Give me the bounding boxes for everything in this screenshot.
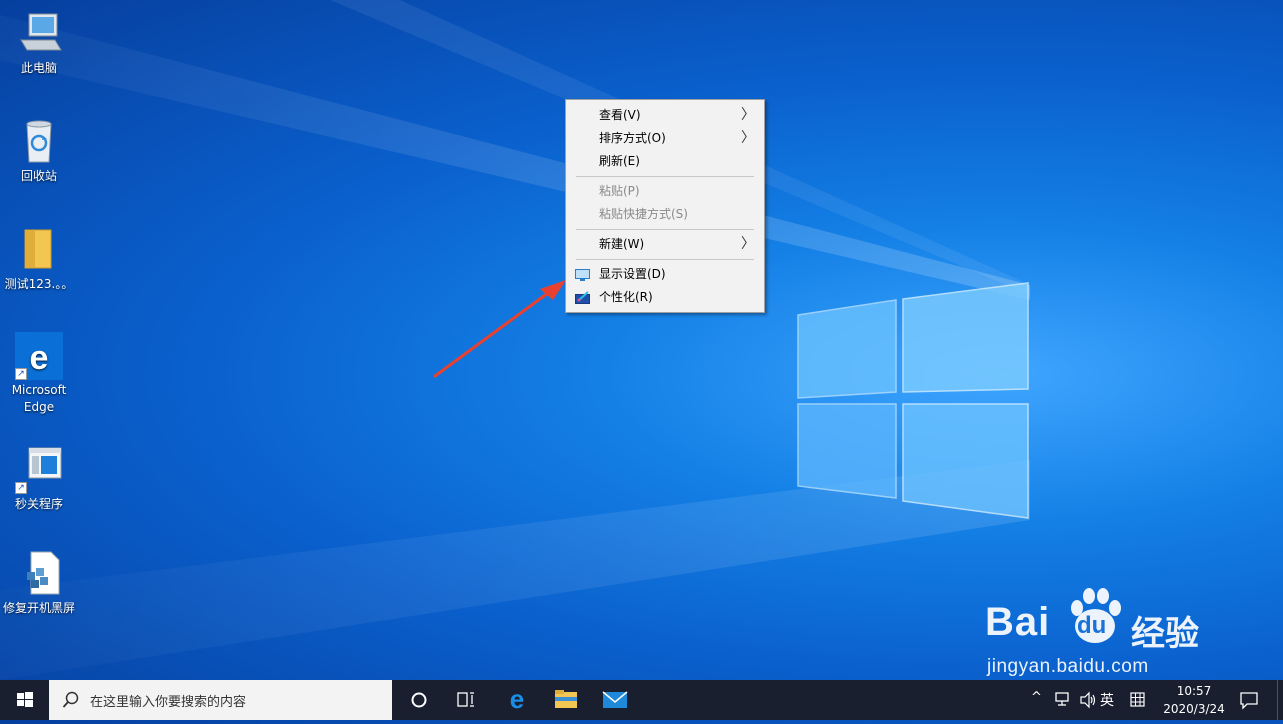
menu-separator [576,229,754,230]
task-view-button[interactable] [445,680,487,720]
menu-item-personalize[interactable]: 个性化(R) [566,286,764,308]
action-center-icon[interactable] [1238,690,1260,710]
taskbar-mail-button[interactable] [594,680,636,720]
clock[interactable]: 10:57 2020/3/24 [1155,682,1233,718]
menu-item-view[interactable]: 查看(V) 〉 [566,104,764,126]
menu-item-paste[interactable]: 粘贴(P) [566,180,764,202]
menu-item-sort-by[interactable]: 排序方式(O) 〉 [566,127,764,149]
task-view-icon [457,692,474,707]
chevron-right-icon: 〉 [741,107,755,123]
personalize-icon [575,290,590,304]
taskbar-search-box[interactable]: 在这里输入你要搜索的内容 [49,680,392,720]
menu-item-display-settings[interactable]: 显示设置(D) [566,263,764,285]
menu-item-label: 粘贴(P) [599,184,640,198]
search-placeholder: 在这里输入你要搜索的内容 [90,695,247,710]
ime-mode-grid-icon[interactable] [1128,690,1148,710]
watermark-brand2-text: du [1077,612,1107,639]
mail-icon [602,691,628,708]
menu-item-label: 查看(V) [599,108,641,122]
taskbar-edge-button[interactable]: e [496,680,538,720]
menu-item-refresh[interactable]: 刷新(E) [566,150,764,172]
taskbar: 在这里输入你要搜索的内容 e ^ 英 10:57 2020/3/24 [0,680,1283,720]
watermark-url-text: jingyan.baidu.com [987,656,1149,677]
windows-start-icon [17,692,33,707]
menu-item-new[interactable]: 新建(W) 〉 [566,233,764,255]
volume-icon[interactable] [1078,690,1098,710]
cortana-icon [411,692,427,708]
taskbar-file-explorer-button[interactable] [545,680,587,720]
menu-item-label: 个性化(R) [599,290,653,304]
file-explorer-icon [555,690,577,708]
display-settings-icon [575,267,590,281]
watermark-brand-text: Bai [985,600,1051,644]
svg-text:e: e [510,684,524,714]
menu-item-paste-shortcut[interactable]: 粘贴快捷方式(S) [566,203,764,225]
ime-language-indicator[interactable]: 英 [1100,690,1114,710]
menu-separator [576,176,754,177]
menu-item-label: 显示设置(D) [599,267,666,281]
menu-item-label: 排序方式(O) [599,131,666,145]
menu-separator [576,259,754,260]
cortana-button[interactable] [398,680,440,720]
show-desktop-button[interactable] [1277,680,1283,720]
network-icon[interactable] [1053,690,1073,710]
menu-item-label: 刷新(E) [599,154,640,168]
clock-date: 2020/3/24 [1163,702,1225,716]
desktop-context-menu: 查看(V) 〉 排序方式(O) 〉 刷新(E) 粘贴(P) 粘贴快捷方式(S) … [565,99,765,313]
start-button[interactable] [0,680,49,720]
search-icon [62,691,79,708]
baidu-jingyan-watermark: Bai du 经验 jingyan.baidu.com [985,580,1225,680]
clock-time: 10:57 [1176,684,1212,698]
edge-taskbar-icon: e [510,684,524,714]
tray-overflow-chevron-icon[interactable]: ^ [1031,690,1042,705]
chevron-right-icon: 〉 [741,236,755,252]
watermark-product-text: 经验 [1131,614,1199,654]
chevron-right-icon: 〉 [741,130,755,146]
menu-item-label: 新建(W) [599,237,645,251]
menu-item-label: 粘贴快捷方式(S) [599,207,688,221]
